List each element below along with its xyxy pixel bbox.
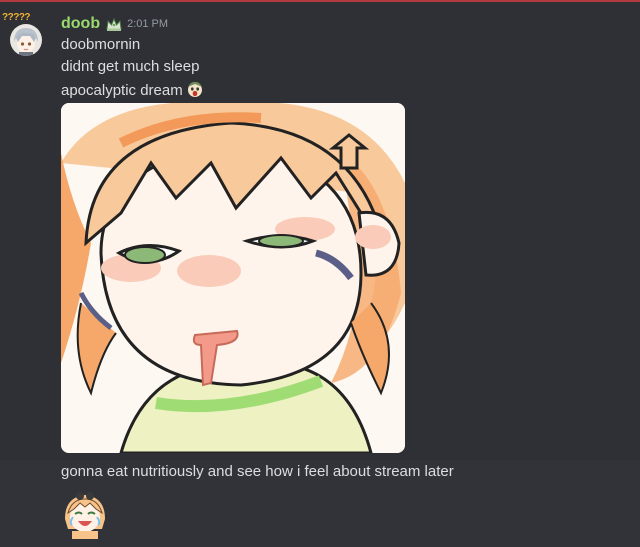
user-avatar[interactable] (10, 24, 42, 56)
message-line-after-image: gonna eat nutritiously and see how i fee… (61, 463, 454, 480)
message-timestamp[interactable]: 2:01 PM (127, 18, 168, 30)
drawing-attachment[interactable] (61, 103, 405, 453)
crown-icon (106, 17, 122, 31)
username[interactable]: doob (61, 15, 100, 33)
message-line-3: apocalyptic dream (61, 80, 204, 99)
message-header: doob 2:01 PM (61, 13, 168, 35)
message-line-3-text: apocalyptic dream (61, 82, 183, 99)
role-badge: ????? (2, 12, 31, 23)
crying-laugh-character-emoji[interactable] (60, 489, 110, 539)
message-line-1: doobmornin (61, 36, 141, 53)
screaming-face-emoji[interactable] (186, 80, 204, 98)
message-line-2: didnt get much sleep (61, 58, 200, 75)
